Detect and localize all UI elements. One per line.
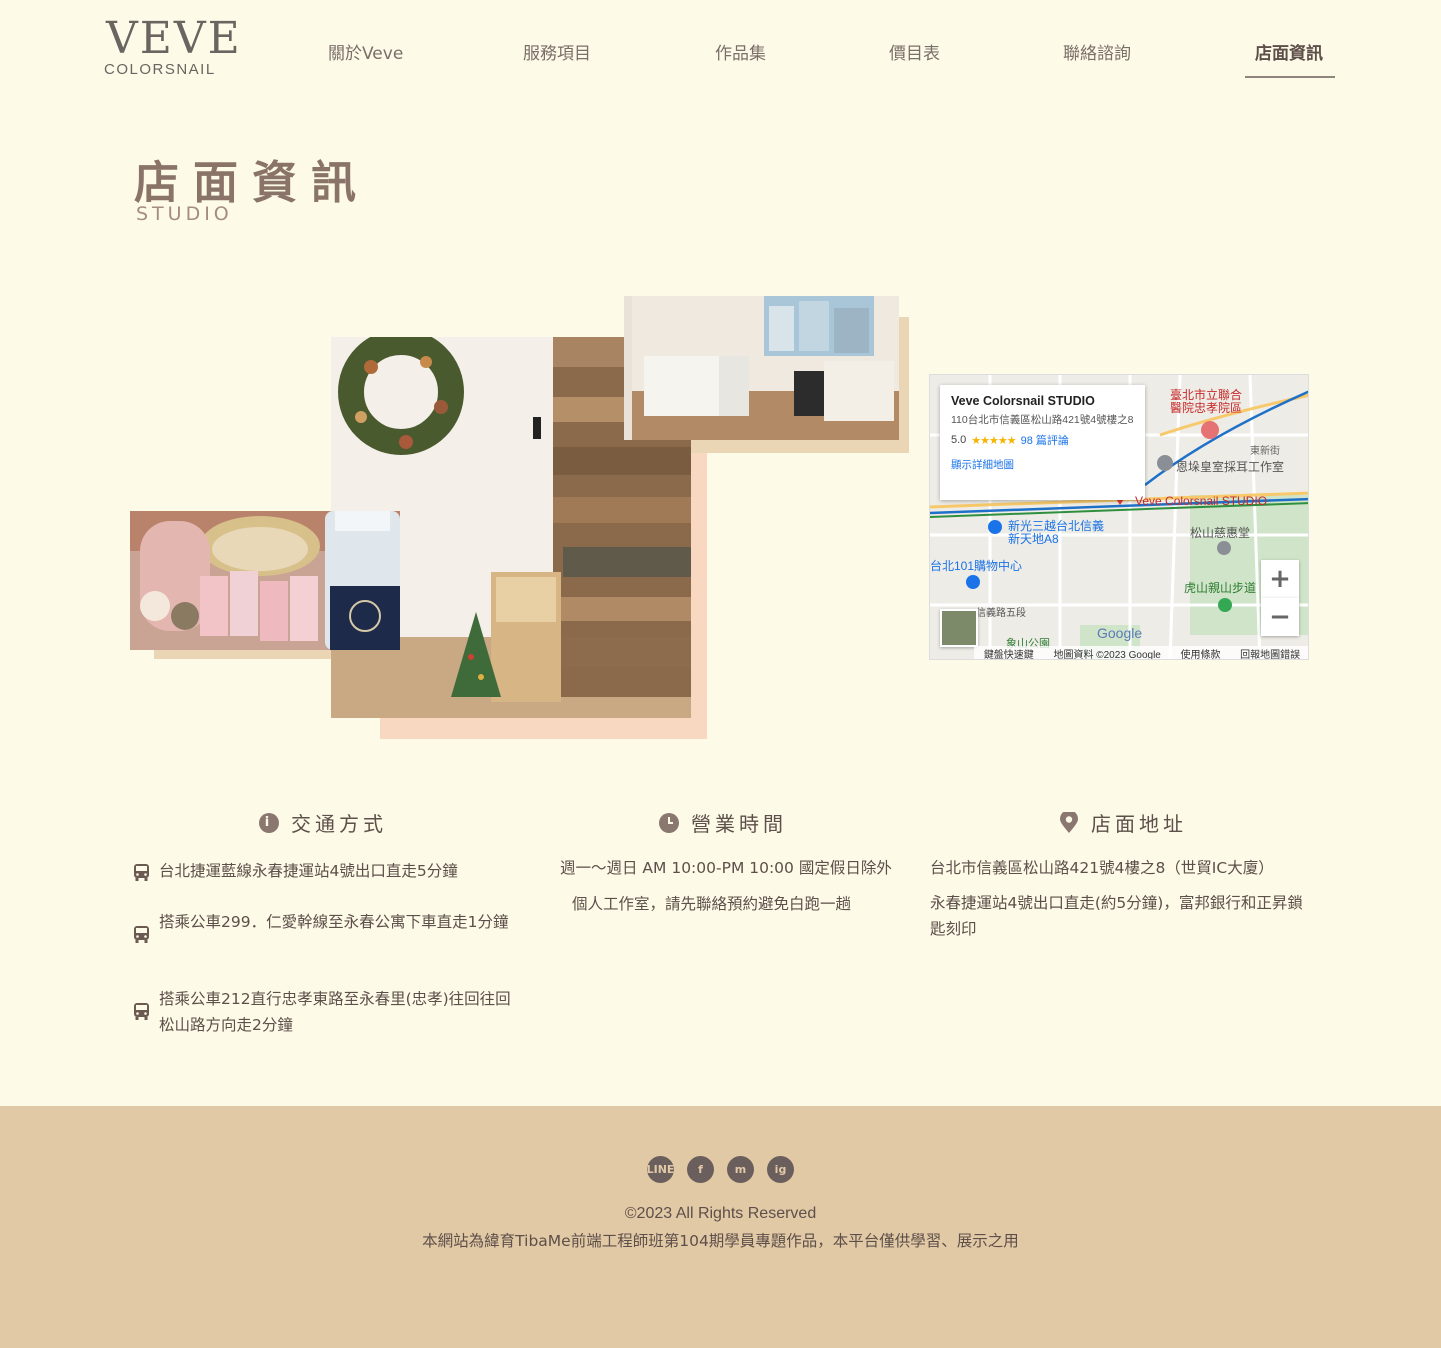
map-label-hospital: 臺北市立聯合醫院忠孝院區 bbox=[1170, 388, 1243, 415]
logo-subtitle: COLORSNAIL bbox=[104, 61, 216, 78]
logo-mark: VEVE bbox=[106, 13, 242, 64]
map-label-street-east: 東新街 bbox=[1250, 446, 1280, 457]
map-satellite-toggle[interactable] bbox=[940, 609, 978, 647]
transport-item: 台北捷運藍線永春捷運站4號出口直走5分鐘 bbox=[133, 858, 518, 884]
nav-portfolio[interactable]: 作品集 bbox=[715, 39, 766, 64]
transport-item: 搭乘公車212直行忠孝東路至永春里(忠孝)往回往回松山路方向走2分鐘 bbox=[133, 986, 518, 1038]
map-reviews-link[interactable]: 98 篇評論 bbox=[1021, 432, 1069, 448]
footer-disclaimer: 本網站為緯育TibaMe前端工程師班第104期學員專題作品，本平台僅供學習、展示… bbox=[422, 1232, 1019, 1250]
transport-item: 搭乘公車299．仁愛幹線至永春公寓下車直走1分鐘 bbox=[133, 909, 518, 944]
clock-icon bbox=[659, 812, 679, 833]
nav-about[interactable]: 關於Veve bbox=[328, 39, 403, 64]
address-directions: 永春捷運站4號出口直走(約5分鐘)，富邦銀行和正昇鎖匙刻印 bbox=[930, 894, 1303, 938]
hours-note: 個人工作室，請先聯絡預約避免白跑一趟 bbox=[572, 895, 852, 913]
address-text: 台北市信義區松山路421號4樓之8（世貿IC大廈） bbox=[930, 859, 1274, 877]
bus-icon bbox=[134, 864, 149, 881]
photo-nail-decor bbox=[130, 511, 400, 650]
map-label-mall: 新光三越台北信義新天地A8 bbox=[1008, 519, 1105, 546]
location-pin-icon bbox=[1060, 811, 1078, 833]
copyright: ©2023 All Rights Reserved bbox=[624, 1205, 817, 1222]
nav-contact[interactable]: 聯絡諮詢 bbox=[1063, 39, 1131, 64]
address-heading: 店面地址 bbox=[1059, 808, 1187, 837]
map-shortcuts-link[interactable]: 鍵盤快速鍵 bbox=[984, 646, 1034, 659]
hours-text: 週一〜週日 AM 10:00-PM 10:00 國定假日除外 bbox=[560, 859, 892, 877]
map-report-link[interactable]: 回報地圖錯誤 bbox=[1240, 646, 1300, 659]
facebook-icon[interactable]: f bbox=[687, 1156, 714, 1183]
map-footer: 鍵盤快速鍵 地圖資料 ©2023 Google 使用條款 回報地圖錯誤 bbox=[974, 646, 1308, 660]
bus-icon bbox=[134, 926, 149, 943]
line-icon[interactable]: LINE bbox=[647, 1156, 674, 1183]
transport-item-text: 搭乘公車299．仁愛幹線至永春公寓下車直走1分鐘 bbox=[159, 913, 509, 931]
hours-heading: 營業時間 bbox=[659, 808, 787, 837]
google-logo: Google bbox=[1097, 625, 1143, 641]
map-rating-row: 5.0 ★★★★★ 98 篇評論 bbox=[951, 432, 1134, 448]
map-terms-link[interactable]: 使用條款 bbox=[1181, 646, 1221, 659]
map-label-trail: 虎山親山步道 bbox=[1184, 581, 1257, 595]
map-label-ent: 恩垛皇室採耳工作室 bbox=[1176, 460, 1285, 474]
hours-heading-text: 營業時間 bbox=[691, 812, 787, 836]
info-icon: i bbox=[259, 812, 279, 833]
map-label-marker: Veve Colorsnail STUDIO bbox=[1135, 494, 1268, 508]
map-detail-link[interactable]: 顯示詳細地圖 bbox=[951, 457, 1134, 472]
address-heading-text: 店面地址 bbox=[1091, 812, 1187, 836]
map-zoom-in-button[interactable]: + bbox=[1261, 560, 1299, 598]
footer bbox=[0, 1106, 1441, 1348]
google-map[interactable]: Veve Colorsnail STUDIO 110台北市信義區松山路421號4… bbox=[929, 374, 1309, 660]
map-zoom-out-button[interactable]: − bbox=[1261, 598, 1299, 636]
map-data-credit: 地圖資料 ©2023 Google bbox=[1053, 650, 1161, 660]
map-rating-value: 5.0 bbox=[951, 434, 967, 446]
nav-services[interactable]: 服務項目 bbox=[523, 39, 591, 64]
map-place-name: Veve Colorsnail STUDIO bbox=[951, 394, 1095, 408]
instagram-icon[interactable]: ig bbox=[767, 1156, 794, 1183]
nav-active-underline bbox=[1245, 76, 1335, 78]
transport-heading: i 交通方式 bbox=[259, 808, 387, 837]
page-subtitle: STUDIO bbox=[136, 203, 233, 225]
map-place-address: 110台北市信義區松山路421號4號樓之8 bbox=[951, 414, 1134, 426]
map-rating-stars-icon: ★★★★★ bbox=[971, 434, 1016, 447]
transport-item-text: 台北捷運藍線永春捷運站4號出口直走5分鐘 bbox=[159, 862, 458, 880]
messenger-icon[interactable]: m bbox=[727, 1156, 754, 1183]
nav-studio[interactable]: 店面資訊 bbox=[1255, 39, 1323, 64]
logo[interactable]: VEVE COLORSNAIL bbox=[104, 13, 242, 78]
map-label-xinyi-road: 信義路五段 bbox=[976, 608, 1026, 619]
transport-item-text: 搭乘公車212直行忠孝東路至永春里(忠孝)往回往回松山路方向走2分鐘 bbox=[159, 990, 511, 1034]
transport-heading-text: 交通方式 bbox=[291, 812, 387, 836]
map-label-taipei101: 台北101購物中心 bbox=[930, 559, 1023, 573]
map-label-temple: 松山慈惠堂 bbox=[1190, 526, 1251, 540]
nav-pricing[interactable]: 價目表 bbox=[889, 39, 940, 64]
photo-studio-interior bbox=[624, 296, 899, 440]
page-title: 店面資訊 bbox=[134, 156, 371, 209]
map-info-card: Veve Colorsnail STUDIO 110台北市信義區松山路421號4… bbox=[940, 385, 1145, 500]
bus-icon bbox=[134, 1003, 149, 1020]
